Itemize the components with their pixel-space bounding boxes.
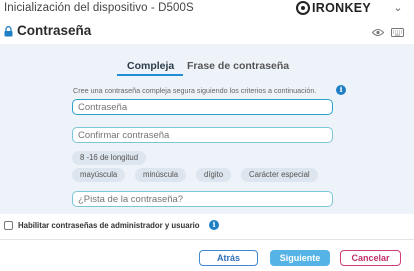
window-title: Inicialización del dispositivo - D500S bbox=[4, 2, 194, 14]
admin-password-option[interactable]: Habilitar contraseñas de administrador y… bbox=[4, 219, 200, 231]
password-hint-input[interactable] bbox=[72, 191, 333, 207]
admin-password-label: Habilitar contraseñas de administrador y… bbox=[18, 220, 200, 230]
criteria-lowercase-badge: minúscula bbox=[135, 168, 187, 182]
keyboard-icon[interactable] bbox=[391, 28, 404, 37]
footer-divider bbox=[0, 239, 414, 240]
next-button[interactable]: Siguiente bbox=[270, 250, 330, 266]
password-input[interactable] bbox=[72, 99, 333, 115]
brand-logo: IRONKEY bbox=[296, 0, 371, 16]
ironkey-logo-icon bbox=[296, 1, 310, 15]
confirm-password-input[interactable] bbox=[72, 127, 333, 143]
criteria-digit-badge: dígito bbox=[196, 168, 232, 182]
admin-password-checkbox[interactable] bbox=[4, 220, 13, 230]
back-button[interactable]: Atrás bbox=[199, 250, 258, 266]
lock-icon bbox=[4, 26, 13, 37]
criteria-special-badge: Carácter especial bbox=[241, 168, 318, 182]
window-titlebar: Inicialización del dispositivo - D500S I… bbox=[0, 0, 414, 20]
tab-passphrase[interactable]: Frase de contraseña bbox=[187, 60, 289, 76]
section-header: Contraseña bbox=[0, 20, 414, 44]
cancel-button[interactable]: Cancelar bbox=[340, 250, 401, 266]
chevron-down-icon[interactable]: ⌄ bbox=[391, 2, 405, 14]
criteria-uppercase-badge: mayúscula bbox=[72, 168, 126, 182]
active-tab-indicator bbox=[117, 74, 183, 76]
info-icon[interactable]: i bbox=[336, 85, 346, 95]
brand-name: IRONKEY bbox=[312, 1, 372, 15]
eye-icon[interactable] bbox=[372, 28, 384, 37]
admin-info-icon[interactable]: i bbox=[209, 220, 219, 230]
page-title: Contraseña bbox=[17, 23, 92, 38]
criteria-length-badge: 8 -16 de longitud bbox=[72, 151, 147, 165]
instructions-text: Cree una contraseña compleja segura sigu… bbox=[73, 86, 317, 95]
